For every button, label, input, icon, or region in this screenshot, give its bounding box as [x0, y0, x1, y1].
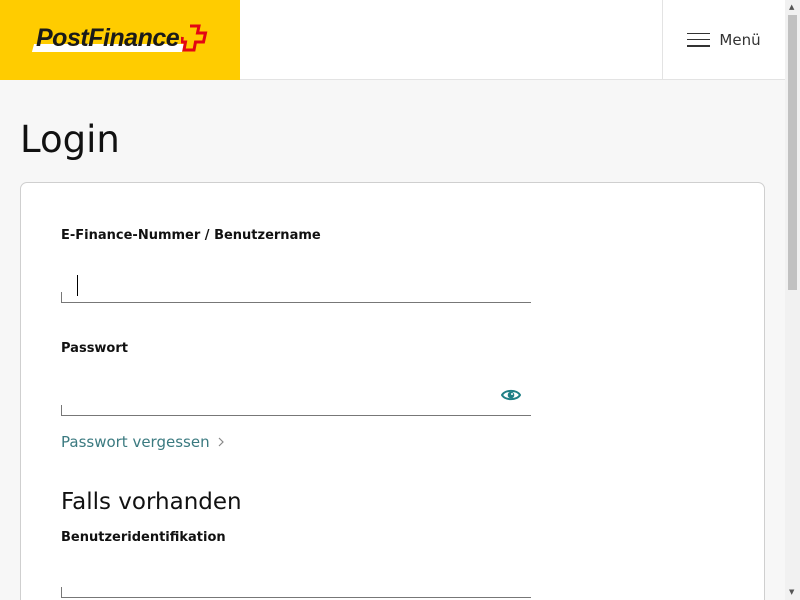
postfinance-logo[interactable]: PostFinance	[0, 0, 240, 80]
scroll-down-icon[interactable]: ▼	[789, 588, 794, 596]
swiss-cross-icon	[181, 24, 208, 52]
show-password-eye-icon[interactable]	[501, 388, 521, 402]
scrollbar[interactable]: ▲ ▼	[785, 0, 800, 600]
page-title: Login	[20, 118, 120, 161]
password-input[interactable]	[61, 376, 531, 415]
password-label: Passwort	[61, 341, 128, 356]
section-title: Falls vorhanden	[61, 489, 242, 515]
logo-text: PostFinance	[36, 24, 180, 52]
forgot-password-link[interactable]: Passwort vergessen	[61, 433, 224, 451]
text-caret	[77, 275, 78, 296]
hamburger-icon	[687, 32, 711, 47]
menu-button[interactable]: Menü	[662, 0, 785, 79]
userid-label: Benutzeridentifikation	[61, 530, 226, 545]
chevron-right-icon	[218, 437, 224, 447]
password-field[interactable]	[61, 376, 531, 416]
userid-field[interactable]	[61, 558, 531, 598]
menu-label: Menü	[719, 30, 761, 49]
forgot-password-label: Passwort vergessen	[61, 433, 210, 451]
login-card: E-Finance-Nummer / Benutzername Passwort…	[20, 182, 765, 600]
userid-input[interactable]	[61, 558, 531, 597]
username-input[interactable]	[61, 263, 531, 302]
scrollbar-thumb[interactable]	[788, 15, 797, 290]
header: PostFinance Menü	[0, 0, 785, 80]
username-label: E-Finance-Nummer / Benutzername	[61, 228, 321, 243]
username-field[interactable]	[61, 263, 531, 303]
scroll-up-icon[interactable]: ▲	[789, 3, 794, 11]
